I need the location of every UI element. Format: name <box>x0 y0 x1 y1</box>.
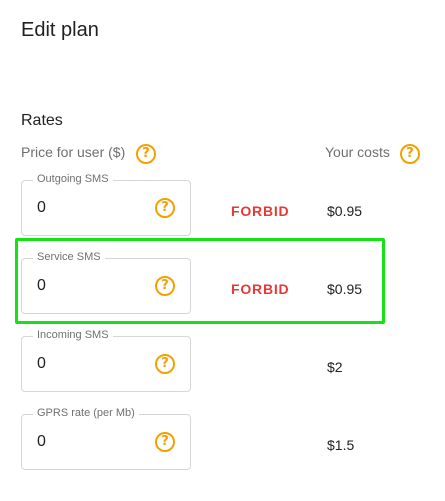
gprs-rate-value[interactable]: 0 <box>37 433 46 451</box>
incoming-sms-label: Incoming SMS <box>33 329 113 341</box>
page-title: Edit plan <box>21 19 99 41</box>
outgoing-sms-label: Outgoing SMS <box>33 173 113 185</box>
service-sms-label: Service SMS <box>33 251 105 263</box>
service-sms-cost: $0.95 <box>327 281 363 297</box>
your-costs-header: Your costs <box>325 144 390 160</box>
incoming-sms-value[interactable]: 0 <box>37 355 46 373</box>
incoming-sms-cost: $2 <box>327 359 343 375</box>
service-sms-help-icon[interactable]: ? <box>155 276 175 296</box>
incoming-sms-field[interactable]: Incoming SMS 0 ? <box>21 329 191 392</box>
service-sms-forbid-button[interactable]: FORBID <box>231 281 289 297</box>
costs-help-icon[interactable]: ? <box>400 144 420 164</box>
edit-plan-page: Edit plan Rates Price for user ($) ? You… <box>0 0 445 501</box>
gprs-rate-label: GPRS rate (per Mb) <box>33 407 139 419</box>
price-help-icon[interactable]: ? <box>136 144 156 164</box>
gprs-rate-cost: $1.5 <box>327 437 355 453</box>
gprs-rate-field[interactable]: GPRS rate (per Mb) 0 ? <box>21 407 191 470</box>
gprs-rate-help-icon[interactable]: ? <box>155 432 175 452</box>
incoming-sms-help-icon[interactable]: ? <box>155 354 175 374</box>
outgoing-sms-field[interactable]: Outgoing SMS 0 ? <box>21 173 191 236</box>
price-for-user-header: Price for user ($) <box>21 144 126 160</box>
outgoing-sms-cost: $0.95 <box>327 203 363 219</box>
service-sms-value[interactable]: 0 <box>37 277 46 295</box>
outgoing-sms-help-icon[interactable]: ? <box>155 198 175 218</box>
service-sms-field[interactable]: Service SMS 0 ? <box>21 251 191 314</box>
outgoing-sms-value[interactable]: 0 <box>37 199 46 217</box>
rates-section-title: Rates <box>21 112 63 129</box>
outgoing-sms-forbid-button[interactable]: FORBID <box>231 203 289 219</box>
